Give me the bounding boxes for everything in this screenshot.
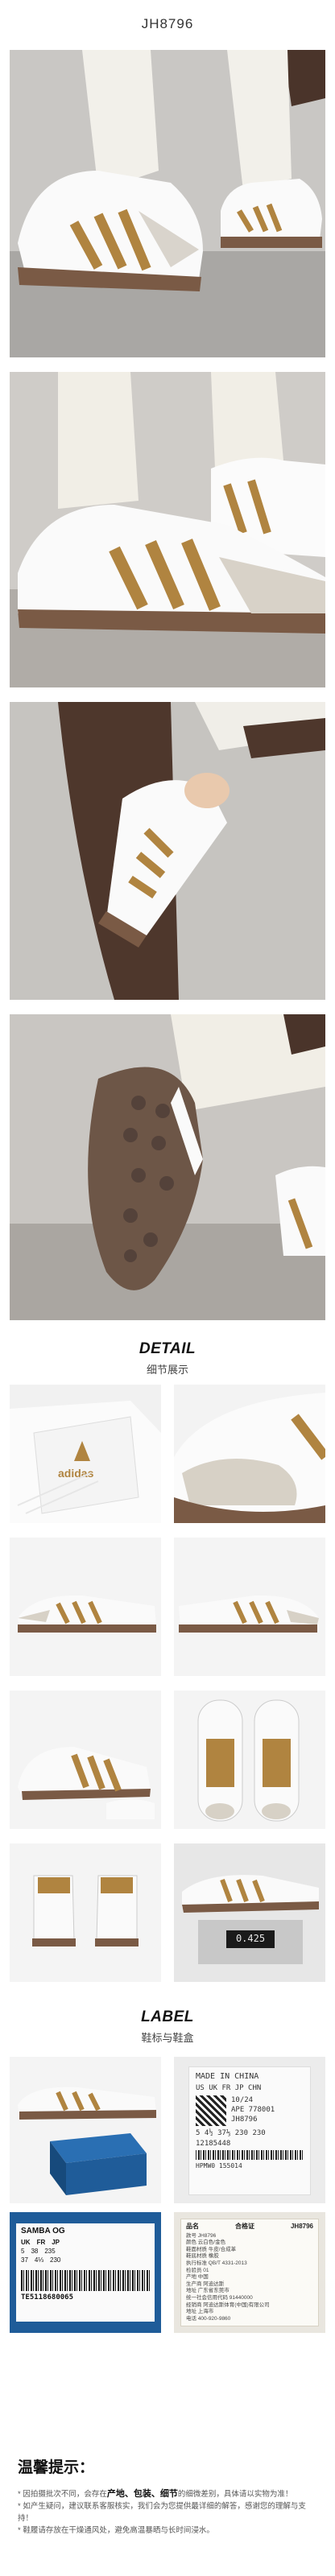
tag-code1: 12185448 xyxy=(196,2140,231,2148)
detail-tile-tongue: adidas xyxy=(10,1385,161,1523)
cert-line-3: 鞋底材质 橡胶 xyxy=(186,2253,219,2260)
box-size-head-0: UK xyxy=(21,2239,31,2246)
box-size-head-2: JP xyxy=(52,2239,60,2246)
tag-date: 10/24 xyxy=(231,2096,254,2104)
box-brand-tag: SAMBA OG xyxy=(21,2227,65,2235)
detail-tile-heel xyxy=(10,1843,161,1982)
lifestyle-photo-4 xyxy=(10,1014,325,1320)
box-barcode-number: TE5118680065 xyxy=(21,2293,74,2301)
detail-tile-side-right xyxy=(174,1538,325,1676)
cert-line-0: 款号 JH8796 xyxy=(186,2232,217,2239)
detail-title-en: DETAIL xyxy=(139,1340,196,1357)
tag-model: JH8796 xyxy=(231,2116,258,2124)
cert-line-11: 地址 上海市 xyxy=(186,2309,214,2315)
label-title-en: LABEL xyxy=(141,2008,194,2025)
cert-line-6: 产地 中国 xyxy=(186,2274,209,2281)
label-tile-box-end: SAMBA OG UK FR JP 5 38 235 37 4⅓ 230 TE5… xyxy=(10,2212,161,2333)
detail-tile-side-left xyxy=(10,1538,161,1676)
lifestyle-photo-2 xyxy=(10,372,325,687)
box-size-r2-0: 37 xyxy=(21,2256,28,2264)
tag-size-head: US UK FR JP CHN xyxy=(196,2084,262,2092)
tips-line-2: * 如产生疑问，建议联系客服核实，我们会为您提供最详细的解答，感谢您的理解与支持… xyxy=(18,2502,306,2523)
box-size-r2-2: 230 xyxy=(50,2256,61,2264)
detail-title-cn: 细节展示 xyxy=(146,1364,188,1376)
tips-line-1: * 因拍摄批次不同，会存在产地、包装、细节的细微差别，具体请以实物为准！ xyxy=(18,2488,317,2500)
cert-line-12: 电话 400-920-9860 xyxy=(186,2315,231,2322)
tag-size-values: 5 4½ 37⅓ 230 230 xyxy=(196,2129,266,2137)
cert-line-10: 经销商 阿迪达斯体育(中国)有限公司 xyxy=(186,2301,270,2308)
tag-code2: HPMW0 155014 xyxy=(196,2162,242,2169)
label-title-cn: 鞋标与鞋盒 xyxy=(141,2032,194,2044)
cert-line-1: 颜色 云白色/金色 xyxy=(186,2240,226,2246)
detail-tile-angle xyxy=(10,1690,161,1829)
label-tile-tongue-tag: MADE IN CHINA US UK FR JP CHN 10/24 APE … xyxy=(174,2057,325,2203)
box-size-r1-2: 235 xyxy=(44,2248,56,2255)
product-code: JH8796 xyxy=(141,16,194,31)
tag-ape: APE 778001 xyxy=(231,2106,275,2114)
tips-line-1-pre: * 因拍摄批次不同，会存在 xyxy=(18,2490,107,2499)
cert-line-8: 地址 广东省东莞市 xyxy=(186,2288,230,2294)
label-section-heading: LABEL 鞋标与鞋盒 xyxy=(0,2008,335,2045)
box-barcode-icon xyxy=(21,2270,150,2291)
tips-line-3: * 鞋履请存放在干燥通风处，避免高温暴晒与长时间浸水。 xyxy=(18,2526,214,2535)
tips-line-1-post: 的细微差别，具体请以实物为准！ xyxy=(177,2490,293,2499)
box-size-head-1: FR xyxy=(36,2239,46,2246)
cert-line-4: 执行标准 QB/T 4331-2013 xyxy=(186,2260,247,2266)
box-size-r2-1: 4⅓ xyxy=(34,2256,44,2264)
scale-readout: 0.425 xyxy=(235,1933,266,1944)
detail-tile-scale: 0.425 xyxy=(174,1843,325,1982)
tag-qr-icon xyxy=(196,2095,226,2126)
tips-line-1-bold: 产地、包装、细节 xyxy=(106,2489,178,2499)
cert-code: JH8796 xyxy=(290,2223,313,2230)
lifestyle-photo-1 xyxy=(10,50,325,357)
tag-barcode-icon xyxy=(196,2150,304,2160)
detail-tile-toe xyxy=(174,1385,325,1523)
cert-line-5: 检验员 01 xyxy=(186,2267,209,2273)
label-tile-shoebox xyxy=(10,2057,161,2203)
box-size-r1-1: 38 xyxy=(31,2248,39,2255)
lifestyle-photo-3 xyxy=(10,702,325,1000)
tag-made-in: MADE IN CHINA xyxy=(196,2072,259,2081)
tips-title: 温馨提示： xyxy=(18,2459,95,2476)
cert-line-9: 统一社会信用代码 91440000 xyxy=(186,2294,253,2301)
detail-section-heading: DETAIL 细节展示 xyxy=(0,1340,335,1377)
detail-tile-top xyxy=(174,1690,325,1829)
box-size-r1-0: 5 xyxy=(21,2248,25,2255)
cert-right-title: 合格证 xyxy=(234,2223,254,2230)
cert-left-title: 品名 xyxy=(186,2223,199,2230)
label-tile-certificate: 品名 合格证 JH8796 款号 JH8796 颜色 云白色/金色 鞋面材质 牛… xyxy=(174,2212,325,2333)
tips-section: 温馨提示： * 因拍摄批次不同，会存在产地、包装、细节的细微差别，具体请以实物为… xyxy=(18,2455,317,2537)
